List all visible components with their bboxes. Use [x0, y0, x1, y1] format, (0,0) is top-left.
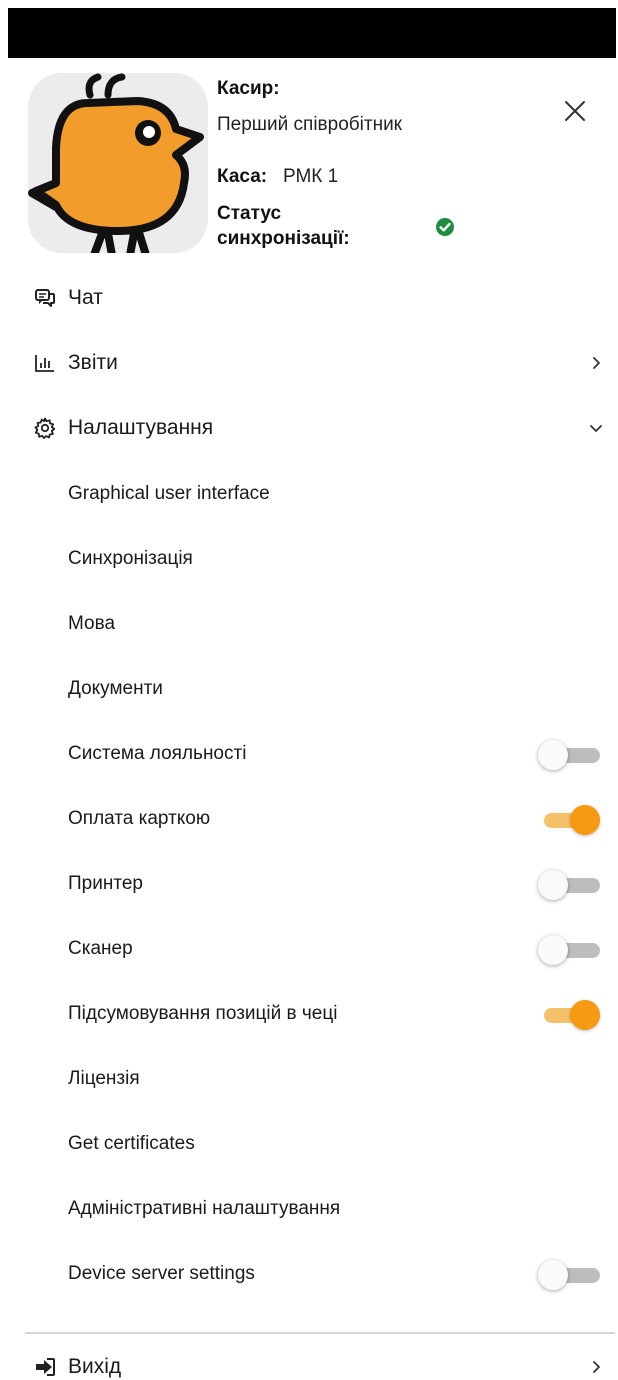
menu-item-chat[interactable]: Чат: [0, 268, 618, 328]
sync-status-label-line2: синхронізації:: [217, 228, 350, 249]
settings-item-label: Мова: [68, 613, 116, 634]
settings-item-admin[interactable]: Адміністративні налаштування: [0, 1181, 618, 1237]
register-label: Каса:: [217, 166, 268, 187]
toggle-knob: [570, 1000, 600, 1030]
toggle-knob: [570, 805, 600, 835]
logout-icon: [34, 1356, 56, 1378]
toggle-knob: [538, 740, 568, 770]
settings-item-license[interactable]: Ліцензія: [0, 1051, 618, 1107]
close-button[interactable]: [560, 96, 590, 126]
settings-item-get-certificates[interactable]: Get certificates: [0, 1116, 618, 1172]
sync-status-label-line1: Статус: [217, 203, 282, 224]
toggle-knob: [538, 1260, 568, 1290]
settings-item-device-server[interactable]: Device server settings: [0, 1246, 618, 1302]
menu-item-label: Звіти: [68, 351, 118, 374]
toggle-knob: [538, 870, 568, 900]
chat-icon: [34, 287, 56, 309]
loyalty-toggle[interactable]: [538, 740, 602, 770]
settings-item-receipt-summing[interactable]: Підсумовування позицій в чеці: [0, 986, 618, 1042]
settings-item-card-payment[interactable]: Оплата карткою: [0, 791, 618, 847]
settings-item-label: Device server settings: [68, 1263, 255, 1284]
status-bar: [8, 8, 616, 58]
settings-item-label: Підсумовування позицій в чеці: [68, 1003, 338, 1024]
settings-item-label: Система лояльності: [68, 743, 247, 764]
device-server-toggle[interactable]: [538, 1260, 602, 1290]
chevron-down-icon: [588, 420, 604, 436]
toggle-knob: [538, 935, 568, 965]
settings-item-label: Адміністративні налаштування: [68, 1198, 341, 1219]
menu-item-label: Вихід: [68, 1355, 122, 1378]
bar-chart-icon: [34, 352, 56, 374]
settings-item-label: Graphical user interface: [68, 483, 270, 504]
cashier-label: Касир:: [217, 78, 280, 99]
settings-item-label: Ліцензія: [68, 1068, 140, 1089]
menu-item-label: Налаштування: [68, 416, 214, 439]
receipt-summing-toggle[interactable]: [538, 1000, 602, 1030]
settings-item-language[interactable]: Мова: [0, 596, 618, 652]
chick-mascot-icon: [28, 73, 208, 253]
settings-item-loyalty[interactable]: Система лояльності: [0, 726, 618, 782]
card-payment-toggle[interactable]: [538, 805, 602, 835]
settings-item-gui[interactable]: Graphical user interface: [0, 466, 618, 522]
menu-item-logout[interactable]: Вихід: [0, 1337, 618, 1380]
settings-item-label: Синхронізація: [68, 548, 193, 569]
chevron-right-icon: [588, 1359, 604, 1375]
settings-item-label: Оплата карткою: [68, 808, 211, 829]
settings-item-scanner[interactable]: Сканер: [0, 921, 618, 977]
settings-item-label: Принтер: [68, 873, 143, 894]
settings-item-label: Get certificates: [68, 1133, 195, 1154]
settings-item-label: Сканер: [68, 938, 133, 959]
settings-item-sync[interactable]: Синхронізація: [0, 531, 618, 587]
menu-item-settings[interactable]: Налаштування: [0, 398, 618, 458]
avatar: [28, 73, 208, 253]
settings-item-documents[interactable]: Документи: [0, 661, 618, 717]
cashier-name: Перший співробітник: [217, 114, 402, 135]
register-value: РМК 1: [283, 166, 339, 187]
divider: [25, 1332, 615, 1334]
chevron-right-icon: [588, 355, 604, 371]
check-circle-icon: [436, 218, 454, 236]
settings-item-label: Документи: [68, 678, 163, 699]
settings-item-printer[interactable]: Принтер: [0, 856, 618, 912]
gear-icon: [34, 417, 56, 439]
menu-item-label: Чат: [68, 286, 103, 309]
menu-item-reports[interactable]: Звіти: [0, 333, 618, 393]
close-icon: [565, 101, 585, 121]
printer-toggle[interactable]: [538, 870, 602, 900]
scanner-toggle[interactable]: [538, 935, 602, 965]
